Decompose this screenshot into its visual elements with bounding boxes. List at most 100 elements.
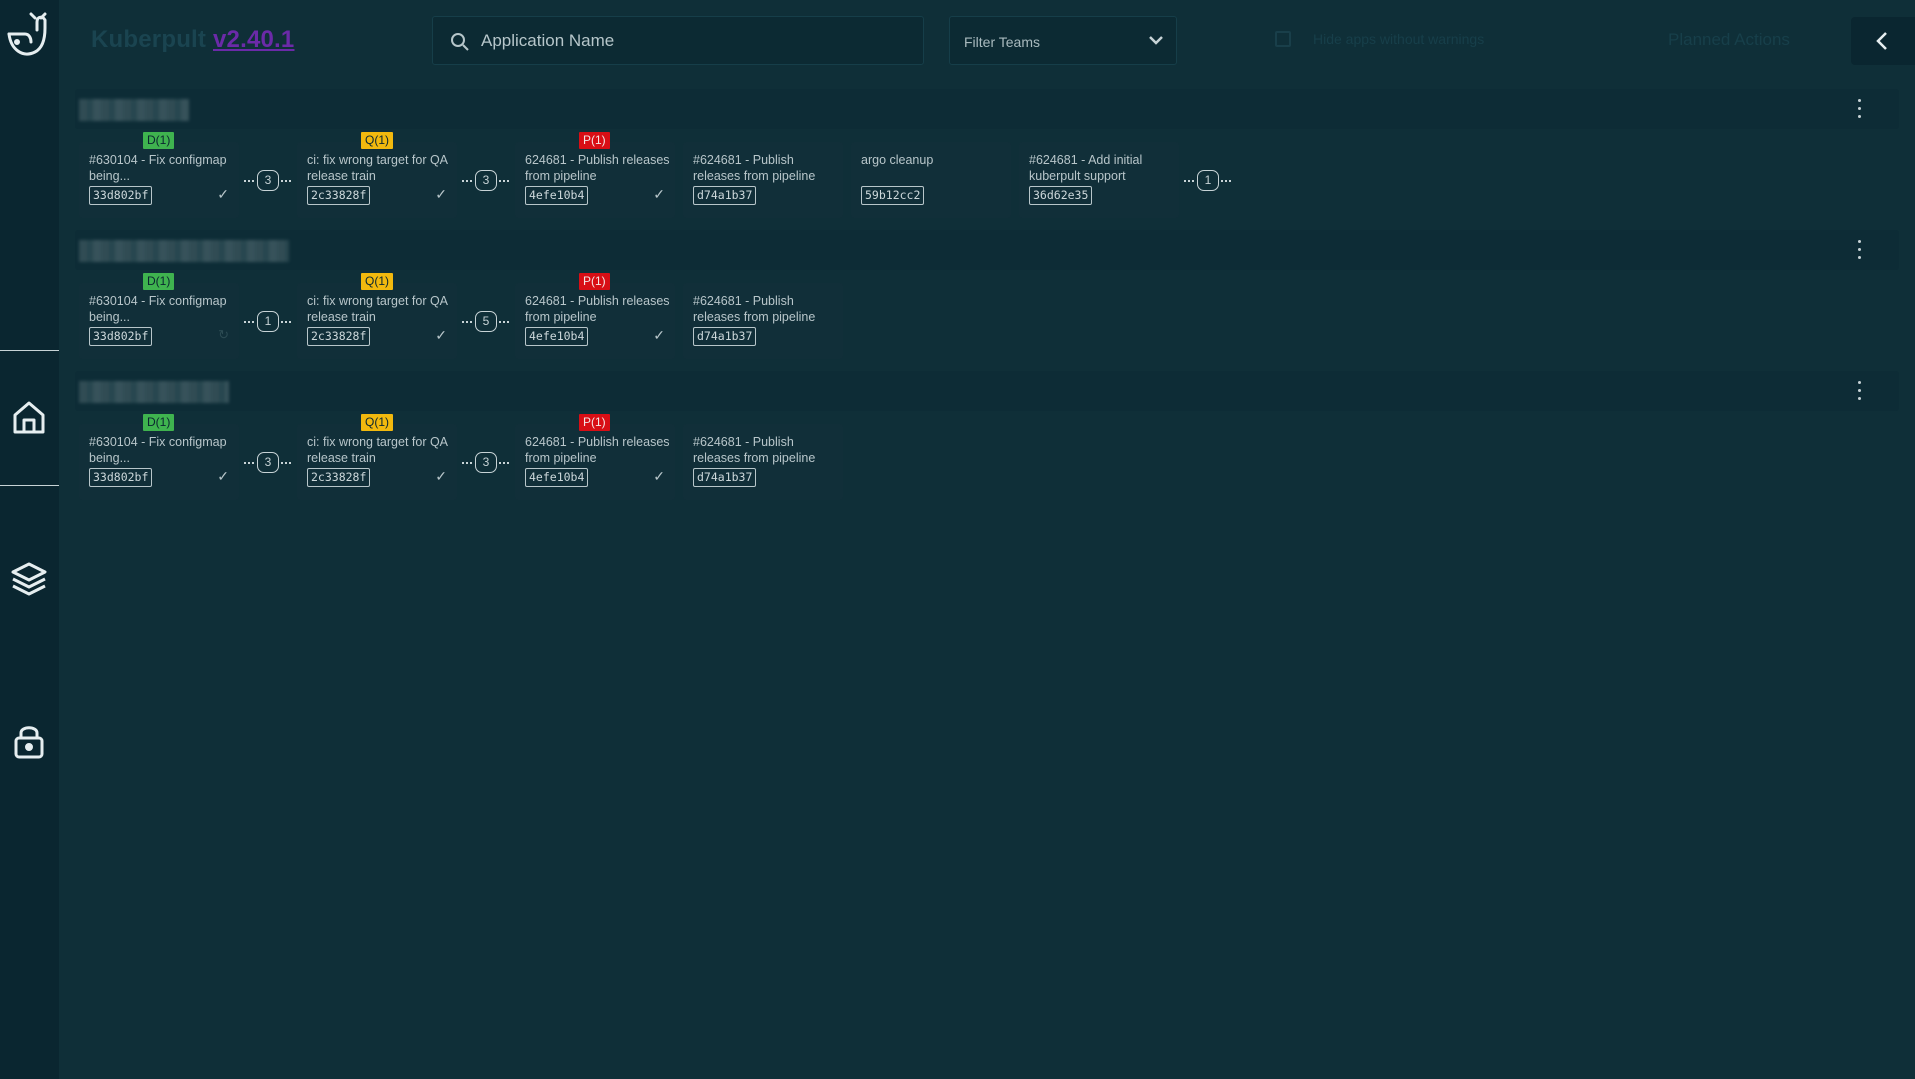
home-icon[interactable] (10, 398, 48, 436)
hide-apps-label: Hide apps without warnings (1313, 31, 1485, 47)
collapse-button[interactable] (1851, 17, 1915, 65)
environment-badge: D(1) (143, 273, 175, 290)
commit-sha: d74a1b37 (693, 327, 757, 346)
commit-sha: 2c33828f (307, 186, 371, 205)
check-icon: ✓ (217, 186, 229, 202)
release-gap-connector[interactable]: 3 (462, 451, 510, 475)
hidden-releases-count[interactable]: 3 (475, 452, 497, 473)
release-title: #624681 - Publish releases from pipeline (693, 294, 816, 324)
release-title: #624681 - Publish releases from pipeline (693, 153, 816, 183)
filter-teams-label: Filter Teams (964, 34, 1040, 50)
filter-teams-select[interactable]: Filter Teams (949, 16, 1177, 65)
check-icon: ✓ (435, 186, 447, 202)
environment-badge: P(1) (579, 414, 610, 431)
commit-sha: 4efe10b4 (525, 186, 589, 205)
release-card[interactable]: D(1) #630104 - Fix configmap being... 33d8… (79, 273, 239, 359)
release-gap-connector[interactable]: 3 (244, 169, 292, 193)
hide-apps-checkbox[interactable] (1275, 31, 1291, 47)
more-options-icon[interactable] (1855, 99, 1863, 121)
release-title: ci: fix wrong target for QA release trai… (307, 153, 448, 183)
release-card[interactable]: #624681 - Publish releases from pipeline… (683, 424, 843, 500)
connector-dots (462, 321, 473, 323)
check-icon: ✓ (435, 327, 447, 343)
group-name-redacted (79, 381, 229, 403)
release-title: ci: fix wrong target for QA release trai… (307, 435, 448, 465)
environment-badge: P(1) (579, 273, 610, 290)
connector-dots (244, 321, 255, 323)
connector-dots (499, 321, 510, 323)
release-gap-connector[interactable]: 3 (462, 169, 510, 193)
layers-icon[interactable] (10, 560, 48, 598)
commit-sha: d74a1b37 (693, 186, 757, 205)
sync-icon: ↻ (218, 327, 229, 342)
search-input[interactable]: Application Name (432, 16, 924, 65)
release-gap-connector[interactable]: 5 (462, 310, 510, 334)
group-header (75, 89, 1899, 129)
search-placeholder: Application Name (481, 31, 615, 50)
commit-sha: 33d802bf (89, 186, 153, 205)
commit-sha: 59b12cc2 (861, 186, 925, 205)
check-icon: ✓ (653, 468, 665, 484)
connector-dots (281, 462, 292, 464)
release-card[interactable]: P(1) 624681 - Publish releases from pipel… (515, 414, 675, 500)
group-name-redacted (79, 99, 189, 121)
release-card[interactable]: Q(1) ci: fix wrong target for QA release … (297, 132, 457, 218)
commit-sha: 33d802bf (89, 327, 153, 346)
release-title: #624681 - Publish releases from pipeline (693, 435, 816, 465)
hidden-releases-count[interactable]: 5 (475, 311, 497, 332)
release-card[interactable]: P(1) 624681 - Publish releases from pipel… (515, 132, 675, 218)
hidden-releases-count[interactable]: 1 (1197, 170, 1219, 191)
hidden-releases-count[interactable]: 3 (475, 170, 497, 191)
release-card[interactable]: Q(1) ci: fix wrong target for QA release … (297, 414, 457, 500)
group-header (75, 230, 1899, 270)
release-card[interactable]: #624681 - Publish releases from pipeline… (683, 283, 843, 359)
group-header (75, 371, 1899, 411)
chevron-left-icon (1876, 32, 1887, 50)
commit-sha: 33d802bf (89, 468, 153, 487)
release-card[interactable]: P(1) 624681 - Publish releases from pipel… (515, 273, 675, 359)
whale-logo-icon[interactable] (5, 12, 53, 60)
release-title: #630104 - Fix configmap being... (89, 294, 227, 324)
app-name: Kuberpult (91, 26, 207, 53)
release-card[interactable]: Q(1) ci: fix wrong target for QA release … (297, 273, 457, 359)
connector-dots (1184, 180, 1195, 182)
release-gap-connector[interactable]: 1 (244, 310, 292, 334)
check-icon: ✓ (217, 468, 229, 484)
hidden-releases-count[interactable]: 3 (257, 452, 279, 473)
hidden-releases-count[interactable]: 3 (257, 170, 279, 191)
check-icon: ✓ (653, 186, 665, 202)
commit-sha: d74a1b37 (693, 468, 757, 487)
top-bar: Kuberpult v2.40.1 Application Name Filte… (59, 0, 1915, 82)
check-icon: ✓ (435, 468, 447, 484)
hidden-releases-count[interactable]: 1 (257, 311, 279, 332)
release-gap-connector[interactable]: 1 (1184, 169, 1232, 193)
release-card[interactable]: #624681 - Publish releases from pipeline… (683, 142, 843, 218)
version-link[interactable]: v2.40.1 (213, 26, 294, 53)
commit-sha: 4efe10b4 (525, 468, 589, 487)
sidebar-divider (0, 350, 59, 351)
release-card[interactable]: D(1) #630104 - Fix configmap being... 33d8… (79, 414, 239, 500)
environment-badge: D(1) (143, 132, 175, 149)
release-card[interactable]: argo cleanup 59b12cc2 (851, 142, 1011, 218)
release-title: 624681 - Publish releases from pipeline (525, 435, 670, 465)
connector-dots (499, 462, 510, 464)
connector-dots (281, 321, 292, 323)
planned-actions-button[interactable]: Planned Actions (1668, 30, 1790, 50)
check-icon: ✓ (653, 327, 665, 343)
commit-sha: 36d62e35 (1029, 186, 1093, 205)
release-gap-connector[interactable]: 3 (244, 451, 292, 475)
environment-badge: Q(1) (361, 273, 393, 290)
connector-dots (462, 462, 473, 464)
release-card[interactable]: D(1) #630104 - Fix configmap being... 33d8… (79, 132, 239, 218)
environment-badge: Q(1) (361, 132, 393, 149)
sidebar (0, 0, 59, 1079)
commit-sha: 2c33828f (307, 468, 371, 487)
release-card[interactable]: #624681 - Add initial kuberpult support 3… (1019, 142, 1179, 218)
group-name-redacted (79, 240, 289, 262)
release-title: #630104 - Fix configmap being... (89, 435, 227, 465)
more-options-icon[interactable] (1855, 381, 1863, 403)
connector-dots (281, 180, 292, 182)
lock-icon[interactable] (10, 722, 48, 760)
more-options-icon[interactable] (1855, 240, 1863, 262)
chevron-down-icon (1149, 36, 1163, 45)
